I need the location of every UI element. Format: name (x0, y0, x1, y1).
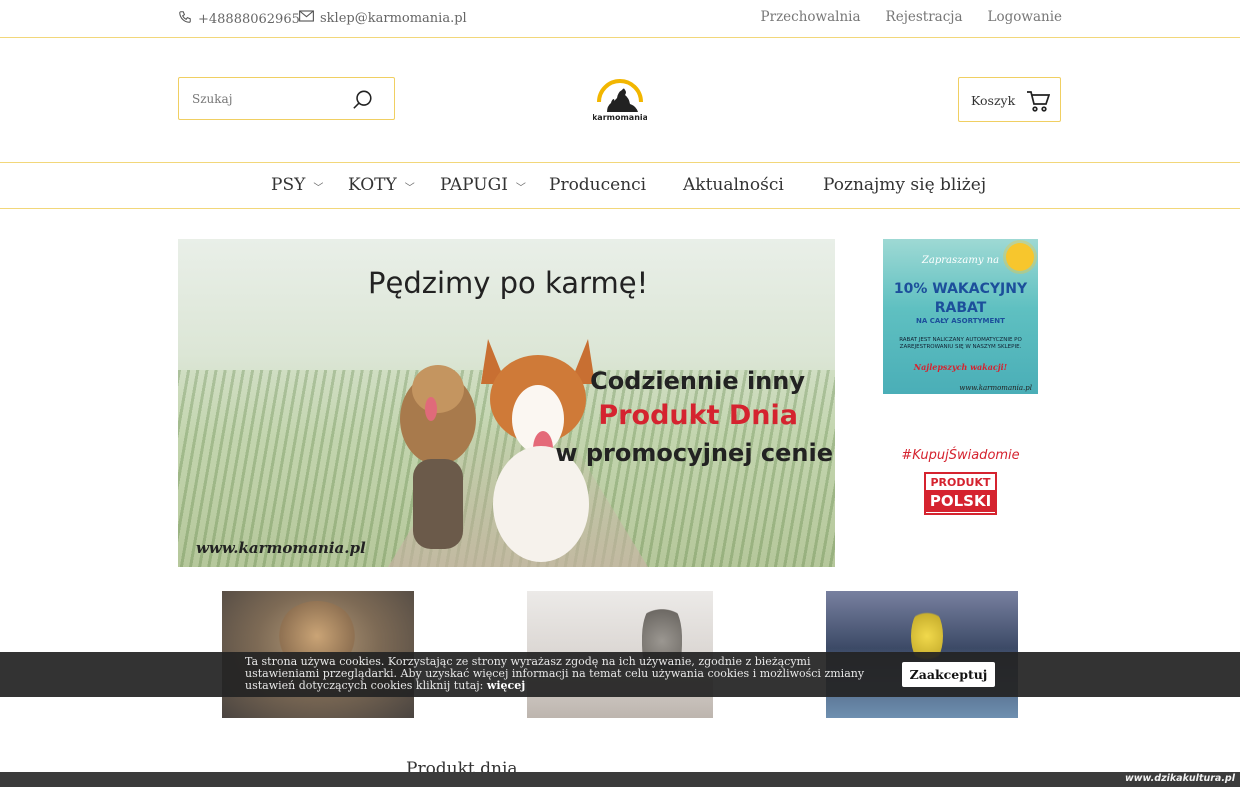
contact-phone[interactable]: +48888062965 (178, 10, 300, 28)
search-box (178, 77, 395, 120)
badge-bottom: POLSKI (926, 490, 995, 512)
hero-line-2: Produkt Dnia (598, 400, 798, 431)
nav-label: Producenci (549, 175, 647, 195)
nav-label: Aktualności (683, 175, 784, 195)
nav-item-psy[interactable]: PSY ﹀ (271, 175, 323, 195)
produkt-polski-badge[interactable]: PRODUKT POLSKI (924, 472, 997, 515)
nav-item-aktualnosci[interactable]: Aktualności (683, 175, 784, 195)
account-links: Przechowalnia Rejestracja Logowanie (761, 9, 1062, 25)
promo-rabat: RABAT (934, 300, 987, 316)
nav-label: PAPUGI (440, 175, 508, 195)
promo-note: RABAT JEST NALICZANY AUTOMATYCZNIE PO ZA… (899, 337, 1022, 350)
promo-line-2: 10% WAKACYJNY RABAT (883, 280, 1038, 318)
nav-item-producenci[interactable]: Producenci (549, 175, 646, 195)
nav-item-koty[interactable]: KOTY ﹀ (348, 175, 415, 195)
chevron-down-icon: ﹀ (515, 182, 526, 194)
hero-url: www.karmomania.pl (196, 539, 366, 557)
link-logowanie[interactable]: Logowanie (988, 9, 1062, 25)
phone-icon (178, 10, 192, 28)
promo-line-4: NA CAŁY ASORTYMENT (916, 317, 1005, 325)
promo-url: www.karmomania.pl (959, 384, 1032, 392)
logo-text: karmomania (593, 113, 647, 122)
badge-top: PRODUKT (930, 476, 991, 489)
promo-banner[interactable]: Zapraszamy na 10% WAKACYJNY RABAT NA CAŁ… (883, 239, 1038, 394)
cookie-more-link[interactable]: więcej (487, 679, 525, 692)
cart-button[interactable]: Koszyk (958, 77, 1061, 122)
watermark: www.dzikakultura.pl (1124, 773, 1235, 784)
link-rejestracja[interactable]: Rejestracja (886, 9, 963, 25)
footer-strip: www.dzikakultura.pl (0, 772, 1240, 787)
nav-label: KOTY (348, 175, 397, 195)
search-input[interactable] (190, 91, 344, 107)
cookie-message: Ta strona używa cookies. Korzystając ze … (245, 655, 865, 692)
cart-label: Koszyk (971, 93, 1016, 108)
hero-line-1: Codziennie inny (590, 367, 805, 395)
hashtag-text: #KupujŚwiadomie (901, 448, 1020, 463)
chevron-down-icon: ﹀ (404, 182, 415, 194)
site-logo[interactable]: karmomania (592, 72, 648, 122)
hero-banner[interactable]: Pędzimy po karmę! Codziennie inny Produk… (178, 239, 835, 567)
email-address: sklep@karmomania.pl (320, 10, 467, 26)
hero-line-3: w promocyjnej cenie (555, 439, 833, 467)
promo-line-1: Zapraszamy na (921, 255, 1000, 266)
nav-item-papugi[interactable]: PAPUGI ﹀ (440, 175, 526, 195)
contact-email[interactable]: sklep@karmomania.pl (299, 10, 467, 26)
cart-icon (1026, 90, 1051, 116)
promo-wish: Najlepszych wakacji! (913, 362, 1008, 372)
accept-cookies-button[interactable]: Zaakceptuj (902, 662, 995, 687)
nav-item-poznajmy[interactable]: Poznajmy się bliżej (823, 175, 986, 195)
promo-discount: 10% WAKACYJNY (893, 281, 1028, 297)
nav-label: Poznajmy się bliżej (823, 175, 987, 195)
cookie-bar: Ta strona używa cookies. Korzystając ze … (0, 652, 1240, 697)
hero-title: Pędzimy po karmę! (368, 266, 649, 300)
link-przechowalnia[interactable]: Przechowalnia (761, 9, 861, 25)
search-icon[interactable] (352, 89, 374, 115)
nav-label: PSY (271, 175, 306, 195)
dogs-illustration (400, 339, 595, 562)
cookie-text: Ta strona używa cookies. Korzystając ze … (245, 656, 885, 692)
phone-number: +48888062965 (198, 11, 300, 27)
mail-icon (299, 10, 314, 26)
chevron-down-icon: ﹀ (313, 182, 324, 194)
